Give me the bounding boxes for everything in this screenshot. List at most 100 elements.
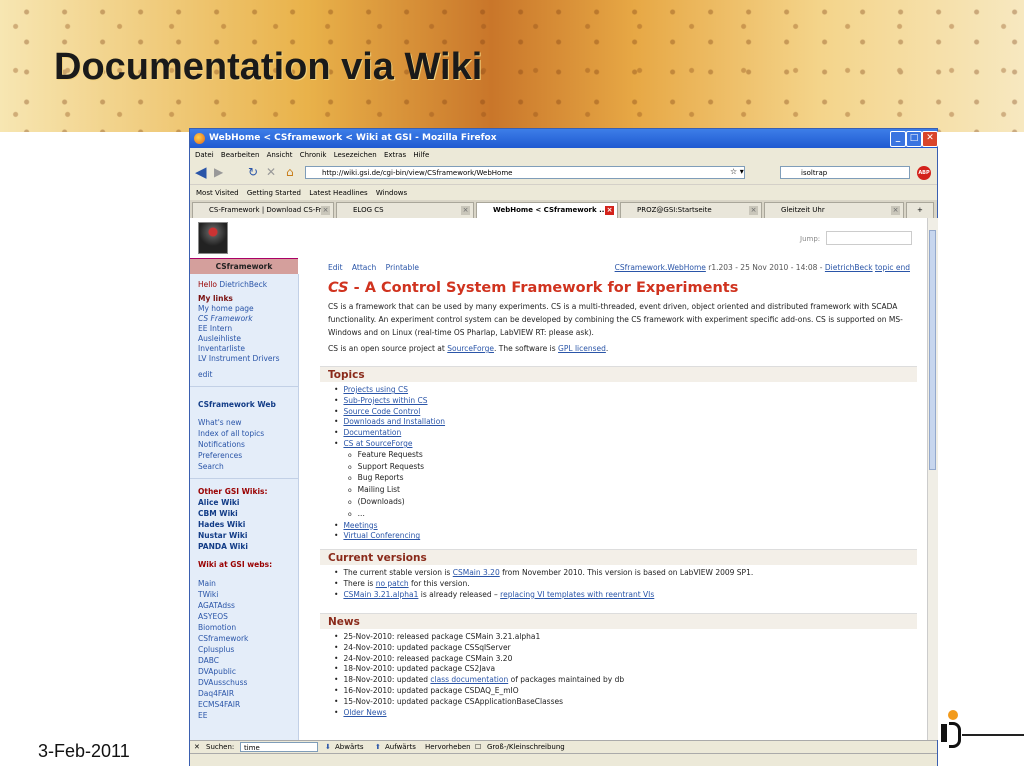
web-list-link[interactable]: DABC	[198, 656, 219, 665]
back-icon[interactable]: ◀	[195, 163, 207, 181]
tab-gleitzeit-uhr[interactable]: Gleitzeit Uhr ×	[764, 202, 904, 218]
sub-item: Support Requests	[334, 462, 445, 474]
web-list-link[interactable]: Cplusplus	[198, 645, 234, 654]
sourceforge-link[interactable]: SourceForge	[447, 344, 494, 353]
other-wiki-link[interactable]: CBM Wiki	[198, 509, 238, 518]
tab-close-icon[interactable]: ×	[605, 206, 614, 215]
web-list-link[interactable]: DVApublic	[198, 667, 236, 676]
menu-chronik[interactable]: Chronik	[300, 151, 327, 159]
web-link[interactable]: Search	[198, 462, 224, 471]
menu-lesezeichen[interactable]: Lesezeichen	[334, 151, 377, 159]
other-wiki-link[interactable]: Hades Wiki	[198, 520, 245, 529]
bookmarks-toolbar: Most Visited Getting Started Latest Head…	[190, 184, 937, 201]
menu-bearbeiten[interactable]: Bearbeiten	[221, 151, 259, 159]
web-link[interactable]: Index of all topics	[198, 429, 264, 438]
web-link[interactable]: What's new	[198, 418, 242, 427]
topic-link[interactable]: Projects using CS	[343, 385, 408, 394]
attach-action[interactable]: Attach	[352, 263, 376, 272]
url-bar[interactable]: http://wiki.gsi.de/cgi-bin/view/CSframew…	[305, 166, 745, 179]
tab-close-icon[interactable]: ×	[461, 206, 470, 215]
jump-input[interactable]	[826, 231, 912, 245]
web-list-link[interactable]: Biomotion	[198, 623, 236, 632]
web-list-link[interactable]: EE	[198, 711, 207, 720]
web-list-link[interactable]: DVAusschuss	[198, 678, 247, 687]
new-tab-button[interactable]: +	[906, 202, 934, 218]
news-heading: News	[320, 613, 917, 629]
maximize-button[interactable]: □	[906, 131, 922, 147]
web-list-link[interactable]: ECMS4FAIR	[198, 700, 240, 709]
web-list-link[interactable]: Daq4FAIR	[198, 689, 234, 698]
firefox-icon	[194, 133, 205, 144]
menu-extras[interactable]: Extras	[384, 151, 406, 159]
sidebar-link[interactable]: Inventarliste	[198, 344, 245, 353]
bookmark-star-icon[interactable]: ☆ ▾	[730, 167, 744, 176]
older-news-link[interactable]: Older News	[343, 708, 386, 717]
web-list-link[interactable]: AGATAdss	[198, 601, 235, 610]
menu-ansicht[interactable]: Ansicht	[267, 151, 293, 159]
tab-webhome[interactable]: WebHome < CSframework ... ×	[476, 202, 618, 218]
forward-icon[interactable]: ▶	[214, 165, 223, 179]
bookmark-getting-started[interactable]: Getting Started	[247, 189, 301, 197]
user-link[interactable]: DietrichBeck	[219, 280, 267, 289]
close-window-button[interactable]: ✕	[922, 131, 938, 147]
class-doc-link[interactable]: class documentation	[430, 675, 508, 684]
tab-elog-cs[interactable]: ELOG CS ×	[336, 202, 474, 218]
tab-close-icon[interactable]: ×	[749, 206, 758, 215]
topic-link[interactable]: Source Code Control	[343, 407, 420, 416]
topic-end-link[interactable]: topic end	[875, 263, 910, 272]
tab-close-icon[interactable]: ×	[321, 206, 330, 215]
topic-link[interactable]: Meetings	[343, 521, 377, 530]
csmain-320-link[interactable]: CSMain 3.20	[453, 568, 500, 577]
news-item: 25-Nov-2010: released package CSMain 3.2…	[334, 632, 624, 643]
find-input[interactable]: time	[240, 742, 318, 752]
topic-link[interactable]: Downloads and Installation	[343, 417, 445, 426]
topic-link[interactable]: Documentation	[343, 428, 401, 437]
tab-proz-gsi[interactable]: PROZ@GSI:Startseite ×	[620, 202, 762, 218]
minimize-button[interactable]: _	[890, 131, 906, 147]
other-wiki-link[interactable]: Nustar Wiki	[198, 531, 247, 540]
tab-close-icon[interactable]: ×	[891, 206, 900, 215]
sidebar-title: CSframework	[190, 258, 298, 275]
slide-date: 3-Feb-2011	[38, 741, 130, 761]
reentrant-link[interactable]: replacing VI templates with reentrant VI…	[500, 590, 654, 599]
no-patch-link[interactable]: no patch	[376, 579, 409, 588]
menu-hilfe[interactable]: Hilfe	[413, 151, 429, 159]
bookmark-windows[interactable]: Windows	[376, 189, 407, 197]
reload-icon[interactable]: ↻	[248, 165, 258, 179]
vertical-scrollbar[interactable]	[927, 218, 938, 740]
other-wiki-link[interactable]: Alice Wiki	[198, 498, 240, 507]
web-list-link[interactable]: TWiki	[198, 590, 218, 599]
topic-link[interactable]: Sub-Projects within CS	[343, 396, 427, 405]
hello-label: Hello	[198, 280, 218, 289]
web-link[interactable]: Notifications	[198, 440, 245, 449]
sidebar-link[interactable]: CS Framework	[198, 314, 253, 323]
web-list-link[interactable]: Main	[198, 579, 216, 588]
topic-link[interactable]: Virtual Conferencing	[343, 531, 420, 540]
sidebar-link[interactable]: My home page	[198, 304, 254, 313]
topic-link[interactable]: CSframework.WebHome	[615, 263, 706, 272]
bookmark-most-visited[interactable]: Most Visited	[196, 189, 239, 197]
news-list: 25-Nov-2010: released package CSMain 3.2…	[334, 632, 624, 718]
other-wiki-link[interactable]: PANDA Wiki	[198, 542, 248, 551]
home-icon[interactable]: ⌂	[286, 165, 294, 179]
web-list-link[interactable]: ASYEOS	[198, 612, 228, 621]
search-input[interactable]: isoltrap	[780, 166, 910, 179]
tab-bar: CS-Framework | Download CS-Fr... × ELOG C…	[190, 200, 937, 219]
web-list-link[interactable]: CSframework	[198, 634, 248, 643]
topic-link[interactable]: CS at SourceForge	[343, 439, 412, 448]
tab-cs-framework-download[interactable]: CS-Framework | Download CS-Fr... ×	[192, 202, 334, 218]
menu-datei[interactable]: Datei	[195, 151, 214, 159]
csmain-321-link[interactable]: CSMain 3.21.alpha1	[343, 590, 418, 599]
edit-action[interactable]: Edit	[328, 263, 343, 272]
adblock-icon[interactable]: ABP	[917, 166, 931, 180]
sidebar-link[interactable]: LV Instrument Drivers	[198, 354, 280, 363]
gpl-link[interactable]: GPL licensed	[558, 344, 606, 353]
author-link[interactable]: DietrichBeck	[825, 263, 873, 272]
sidebar-link[interactable]: Ausleihliste	[198, 334, 241, 343]
sidebar-link[interactable]: EE Intern	[198, 324, 232, 333]
printable-action[interactable]: Printable	[386, 263, 419, 272]
stop-icon[interactable]: ✕	[266, 165, 276, 179]
bookmark-latest-headlines[interactable]: Latest Headlines	[309, 189, 367, 197]
web-link[interactable]: Preferences	[198, 451, 242, 460]
edit-link[interactable]: edit	[198, 370, 212, 379]
